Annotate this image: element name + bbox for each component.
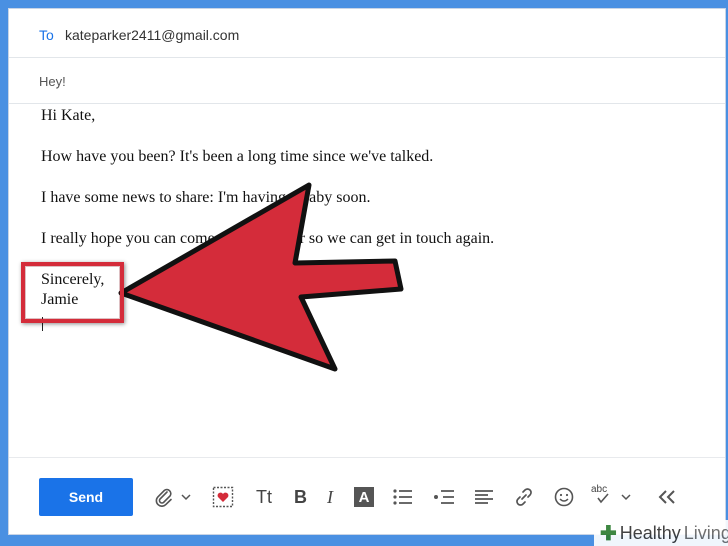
spellcheck-icon[interactable]: abc — [591, 484, 609, 510]
signature-highlight-box — [21, 262, 124, 323]
font-color-icon[interactable]: A — [354, 487, 374, 507]
numbered-list-icon[interactable] — [433, 484, 455, 510]
compose-window: To kateparker2411@gmail.com Hey! Hi Kate… — [8, 8, 726, 535]
italic-icon[interactable]: I — [327, 484, 333, 510]
chevron-down-icon[interactable] — [621, 484, 631, 510]
align-icon[interactable] — [474, 484, 494, 510]
brand-watermark: ✚ Healthy Living — [594, 520, 728, 546]
paperclip-icon[interactable] — [155, 484, 173, 510]
brand-first: Healthy — [619, 522, 681, 543]
collapse-icon[interactable] — [657, 484, 677, 510]
chevron-down-icon[interactable] — [181, 484, 191, 510]
stationery-icon[interactable] — [212, 484, 234, 510]
brand-second: Living — [683, 522, 728, 543]
link-icon[interactable] — [514, 484, 534, 510]
brand-logo-icon: ✚ — [600, 522, 617, 545]
bulleted-list-icon[interactable] — [393, 484, 413, 510]
text-size-icon[interactable]: Tt — [256, 484, 272, 510]
emoji-icon[interactable] — [554, 484, 574, 510]
bold-icon[interactable]: B — [294, 484, 307, 510]
send-button[interactable]: Send — [39, 478, 133, 516]
